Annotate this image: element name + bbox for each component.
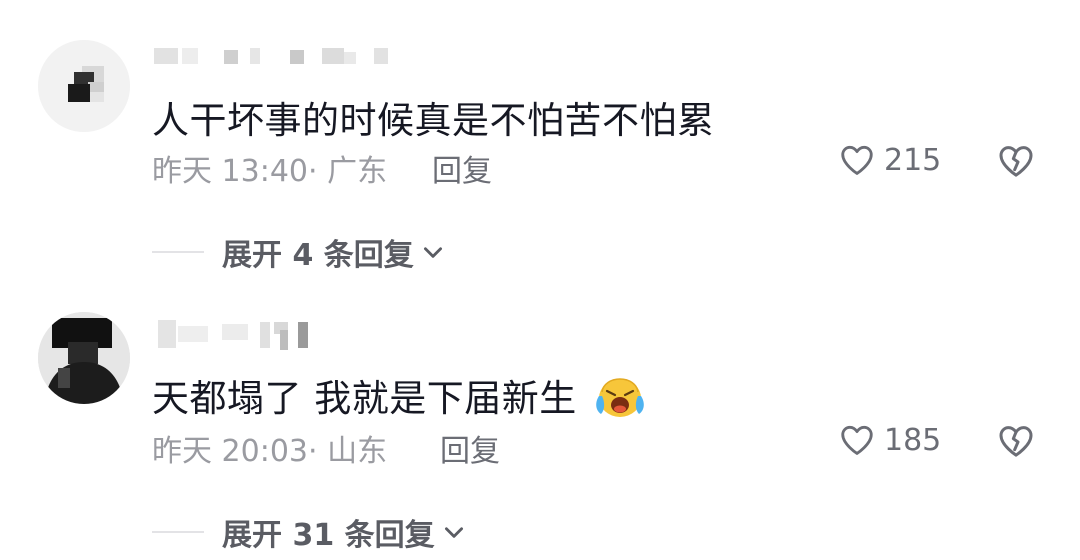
comment-item: 天都塌了 我就是下届新生 昨天 20:03· 山东 回复 185 展开 31 条… — [0, 280, 1080, 560]
comment-text: 人干坏事的时候真是不怕苦不怕累 — [152, 99, 715, 142]
like-count: 215 — [884, 142, 942, 178]
divider-line — [152, 531, 204, 533]
comment-time: 昨天 13:40 — [152, 154, 308, 189]
comment-text: 天都塌了 我就是下届新生 — [152, 368, 647, 422]
dislike-button[interactable] — [996, 141, 1036, 185]
comment-location: · 山东 — [308, 434, 388, 469]
heart-outline-icon — [841, 145, 873, 175]
dislike-button[interactable] — [996, 421, 1036, 465]
comment-location: · 广东 — [308, 154, 388, 189]
crying-face-emoji — [596, 377, 644, 417]
expand-replies-label: 展开 4 条回复 — [222, 238, 414, 273]
expand-replies-label: 展开 31 条回复 — [222, 518, 435, 553]
avatar[interactable] — [38, 40, 130, 132]
like-button[interactable]: 185 — [838, 421, 941, 459]
expand-replies[interactable]: 展开 31 条回复 — [152, 510, 467, 554]
comment-meta: 昨天 13:40· 广东 — [152, 146, 387, 190]
avatar[interactable] — [38, 312, 130, 404]
chevron-down-icon — [444, 527, 463, 538]
comment-meta: 昨天 20:03· 山东 — [152, 426, 387, 470]
username-blurred[interactable] — [152, 44, 392, 74]
heart-outline-icon — [841, 425, 873, 455]
divider-line — [152, 251, 204, 253]
chevron-down-icon — [423, 247, 442, 258]
comment-time: 昨天 20:03 — [152, 434, 308, 469]
expand-replies[interactable]: 展开 4 条回复 — [152, 230, 446, 274]
broken-heart-icon — [999, 426, 1033, 457]
comment-text-content: 天都塌了 我就是下届新生 — [152, 377, 577, 420]
reply-button[interactable]: 回复 — [440, 426, 500, 470]
broken-heart-icon — [999, 146, 1033, 177]
reply-button[interactable]: 回复 — [432, 146, 492, 190]
username-blurred[interactable] — [152, 316, 352, 350]
comment-item: 人干坏事的时候真是不怕苦不怕累 昨天 13:40· 广东 回复 215 展开 4… — [0, 0, 1080, 280]
like-count: 185 — [884, 422, 942, 458]
like-button[interactable]: 215 — [838, 141, 941, 179]
